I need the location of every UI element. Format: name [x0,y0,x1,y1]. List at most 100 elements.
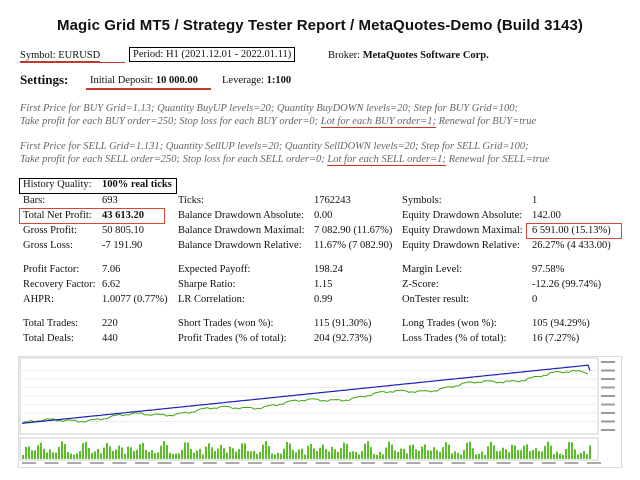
deposit-load-bar [142,442,144,459]
deposit-load-bar [397,451,399,459]
x-tick-mark [225,462,240,464]
deposit-load-bar [229,446,231,459]
deposit-load-bar [460,454,462,459]
deposit-load-bar [400,448,402,459]
deposit-load-bar [85,441,87,459]
deposit-load-bar [115,449,117,459]
deposit-load-bar [97,449,99,459]
expected-payoff-value: 198.24 [314,264,343,275]
profit-factor-value: 7.06 [102,264,121,275]
deposit-load-bar [337,451,339,459]
x-tick-mark [428,462,443,464]
deposit-load-bar [559,453,561,459]
buy-params-line1: First Price for BUY Grid=1.13; Quantity … [20,103,518,114]
deposit-load-bar [277,452,279,459]
deposit-load-bar [22,455,24,459]
deposit-load-bar [163,441,165,459]
deposit-load-bar [208,443,210,459]
short-trades-label: Short Trades (won %): [178,318,274,329]
deposit-load-bar [148,451,150,459]
deposit-load-bar [40,442,42,459]
deposit-load-bar [475,454,477,459]
x-tick-mark [248,462,262,464]
sharpe-ratio-value: 1.15 [314,279,333,290]
deposit-load-bar [100,453,102,459]
deposit-label: Initial Deposit: [90,75,154,86]
balance-dd-max-value: 7 082.90 (11.67%) [314,225,393,236]
deposit-load-bar [178,453,180,459]
deposit-load-bar [151,450,153,459]
symbols-value: 1 [532,195,538,206]
deposit-load-bar [76,453,78,459]
x-tick-mark [338,462,353,464]
loss-trades-value: 16 (7.27%) [532,333,580,344]
deposit-load-bar [217,448,219,459]
deposit-load-bar [202,454,204,459]
deposit-load-bar [130,447,132,459]
deposit-load-bar [301,448,303,459]
symbol-field: Symbol: EURUSD [20,50,101,62]
deposit-load-bar [274,454,276,459]
settings-label: Settings: [20,72,69,87]
deposit-load-bar [127,446,129,459]
deposit-load-bar [523,445,525,459]
x-tick-mark [202,462,217,464]
deposit-load-bar [355,451,357,459]
deposit-load-bar [391,444,393,459]
gross-profit-label: Gross Profit: [23,225,77,236]
deposit-load-bar [490,441,492,459]
x-tick-mark [270,462,285,464]
deposit-load-bar [565,449,567,459]
margin-level-value: 97.58% [532,264,565,275]
deposit-load-bar [421,446,423,459]
broker-label: Broker: [328,50,361,61]
deposit-load-bar [319,447,321,459]
deposit-load-bar [535,447,537,459]
leverage-value: 1:100 [266,75,292,86]
x-tick-mark [519,462,534,464]
deposit-load-bar [286,441,288,459]
deposit-load-bar [556,451,558,459]
deposit-load-bar [574,449,576,459]
x-tick-mark [474,462,488,464]
symbol-underline [20,62,125,63]
deposit-load-bar [211,447,213,459]
deposit-load-bar [508,452,510,459]
ticks-label: Ticks: [178,195,204,206]
deposit-load-bar [385,447,387,459]
gross-loss-value: -7 191.90 [102,240,143,251]
deposit-load-bar [106,442,108,459]
symbol-value: EURUSD [58,50,101,61]
deposit-load-bar [580,452,582,459]
deposit-load-bar [265,441,267,459]
deposit-load-bar [61,441,63,459]
deposit-load-bar [496,451,498,459]
deposit-load-bar [241,443,243,459]
deposit-load-bar [307,445,309,459]
y-tick-mark [601,395,615,397]
x-tick-mark [406,462,421,464]
deposit-load-bar [283,448,285,459]
deposit-load-bar [172,453,174,459]
y-tick-mark [601,386,615,389]
sell-params-tp-sl: Take profit for each SELL order=250; Sto… [20,153,328,165]
y-tick-mark [601,429,615,431]
equity-dd-max-label: Equity Drawdown Maximal: [402,225,523,236]
deposit-load-bar [175,453,177,459]
buy-params-tp-sl: Take profit for each BUY order=250; Stop… [20,115,321,127]
deposit-load-bar [550,445,552,459]
deposit-load-bar [79,450,81,459]
deposit-load-bar [250,451,252,459]
buy-params: First Price for BUY Grid=1.13; Quantity … [20,103,536,128]
deposit-load-bar [133,451,135,459]
deposit-load-bar [538,451,540,459]
deposit-load-bar [511,444,513,459]
x-tick-mark [315,462,330,464]
deposit-load-bar [34,450,36,459]
deposit-load-bar [196,450,198,459]
balance-equity-chart [17,355,623,469]
x-tick-mark [383,462,398,464]
deposit-load-bar [358,454,360,459]
deposit-load-bar [73,454,75,459]
sell-params: First Price for SELL Grid=1.131; Quantit… [20,141,550,166]
